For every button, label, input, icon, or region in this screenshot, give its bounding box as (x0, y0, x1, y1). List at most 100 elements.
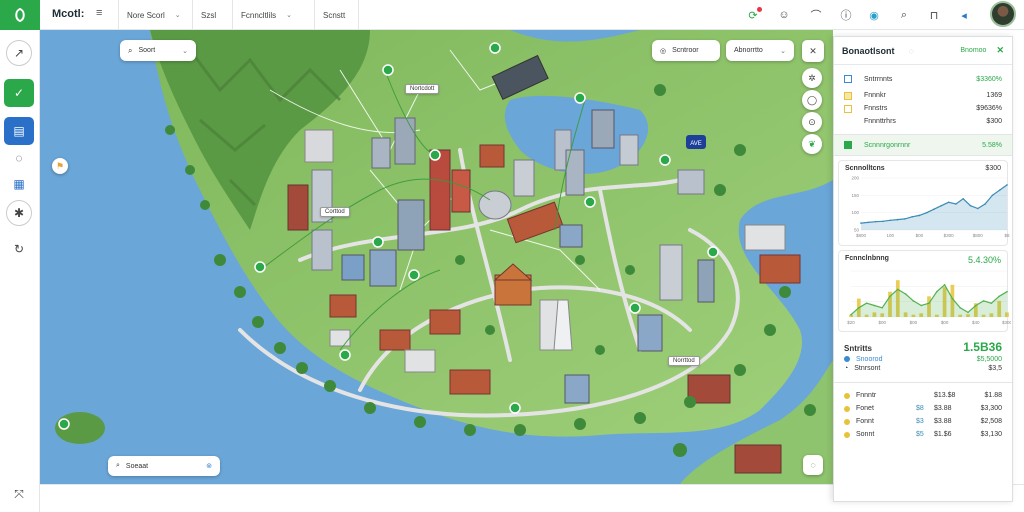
expand-icon[interactable]: ⤧ (4, 480, 34, 508)
app-logo[interactable] (0, 0, 40, 30)
square-icon (844, 91, 852, 100)
globe-icon[interactable]: ◉ (866, 7, 882, 23)
row-value: $3.88 (934, 418, 952, 425)
bottom-search-box[interactable]: ⌕ Soeaat ⊚ (108, 456, 220, 476)
chart-point (896, 218, 899, 221)
pin-filter-button[interactable]: ⚑ (52, 158, 68, 174)
row-label: Fnnntr (856, 392, 877, 399)
layers-toggle[interactable]: ✲ (802, 68, 822, 88)
summary-label: Sntritts (844, 344, 872, 353)
info-icon[interactable]: ⓘ (838, 7, 854, 23)
chart-point (951, 297, 954, 300)
chart-header: Scnnolltcns $300 (845, 165, 1001, 172)
chart-point (928, 302, 930, 304)
chart-point (940, 204, 943, 207)
locate-button[interactable]: ⊙ (802, 112, 822, 132)
y-tick-label: 100 (851, 210, 859, 215)
chart-point (850, 313, 852, 316)
avatar[interactable] (990, 1, 1016, 27)
eco-button[interactable]: ❦ (802, 134, 822, 154)
map-search-label: Soort (138, 47, 156, 54)
table-row[interactable]: Sonnt $5 $1.$6 $3,130 (834, 428, 1012, 441)
chart-point (867, 221, 870, 224)
layers-icon[interactable]: ▤ (4, 117, 34, 145)
chart-point (889, 219, 891, 222)
close-map-button[interactable]: ✕ (802, 40, 824, 62)
search-icon[interactable]: ⌕ (896, 7, 912, 23)
x-tick-label: 100 (886, 233, 894, 238)
refresh-icon[interactable]: ◌ (909, 46, 914, 56)
list-item[interactable]: Fnnnttrhrs $300 (834, 115, 1012, 128)
table-row[interactable]: Fonnt $3 $3.88 $2,508 (834, 415, 1012, 428)
chart-point (897, 288, 899, 291)
dot-icon (844, 356, 850, 362)
filter-dropdown[interactable]: Abnorrtto ⌄ (726, 40, 794, 61)
table-row[interactable]: Fonet $8 $3.88 $3,300 (834, 402, 1012, 415)
highlight-row[interactable]: Scnnnrgonrnnr 5.58% (834, 134, 1012, 156)
row-label: Fonet (856, 405, 874, 412)
dropdown-facilities[interactable]: Fcnncltlils ⌄ (232, 0, 312, 30)
leaf-icon: ❦ (808, 138, 816, 149)
megaphone-icon[interactable]: ◂ (956, 7, 972, 23)
list-item[interactable]: Sntrrnnts $3360% (834, 69, 1012, 89)
summary-block: Sntritts 1.5B36 Snoorod $5,5000 ◔ Stnrso… (834, 336, 1012, 372)
close-icon[interactable]: ✕ (996, 45, 1004, 56)
chart-point (936, 290, 938, 293)
place-tag[interactable]: Nortcdott (405, 84, 440, 94)
lock-icon[interactable]: ⊓ (926, 7, 942, 23)
map-canvas[interactable]: AVE ⌕ Soort ⌄ ◎ Scntroor Abnorrtto ⌄ ✕ ✲… (40, 30, 833, 484)
row-value: $13.$8 (934, 392, 956, 399)
smile-icon[interactable]: ☺ (776, 7, 792, 23)
chart-point (998, 189, 1001, 191)
chart-point (918, 214, 921, 217)
compass-icon[interactable]: ↗ (6, 40, 32, 66)
map-search-box[interactable]: ⌕ Soort ⌄ (120, 40, 196, 61)
close-icon: ✕ (809, 45, 817, 56)
x-tick-label: $00 (916, 233, 924, 238)
scenario-chip[interactable]: ◎ Scntroor (652, 40, 720, 61)
row-label: Fonnt (856, 418, 874, 425)
top-bar: Mcotl: ≡ Nore Scorl ⌄ Szsl Fcnncltlils ⌄ S… (0, 0, 1024, 30)
chart-point (955, 203, 957, 205)
dropdown-scope[interactable]: Nore Scorl ⌄ (118, 0, 190, 30)
headset-icon[interactable]: ⌒ (808, 7, 824, 23)
refresh-icon[interactable]: ↻ (4, 235, 34, 263)
panel-link[interactable]: Bnomoo (960, 47, 986, 54)
place-tag[interactable]: Corttod (320, 207, 350, 217)
chevron-down-icon: ⌄ (286, 12, 292, 19)
y-tick-label: 200 (851, 176, 859, 181)
chart-point (858, 307, 860, 309)
list-item[interactable]: Fnnstrs $9636% (834, 102, 1012, 115)
calendar-icon[interactable]: ▦ (4, 170, 34, 198)
table-row[interactable]: Fnnntr $13.$8 $1.88 (834, 389, 1012, 402)
summary-sub-label: Snoorod (856, 356, 883, 363)
chat-button[interactable]: ◌ (803, 455, 823, 475)
chevron-down-icon: ⌄ (182, 47, 188, 55)
stats-panel: Bonaotlsont ◌ Bnomoo ✕ Sntrrnnts $3360% … (833, 36, 1013, 502)
settings-icon[interactable]: ✱ (6, 200, 32, 226)
menu-icon[interactable]: ≡ (96, 7, 102, 19)
area-chart-card[interactable]: Fcnnclnbnng 5.4.30% $20 $00 $00 $00 $40 $300 (838, 250, 1013, 332)
zoom-icon: ◯ (806, 94, 818, 105)
zoom-button[interactable]: ◯ (802, 90, 822, 110)
panel-header: Bonaotlsont ◌ Bnomoo ✕ (834, 37, 1012, 65)
dropdown-size[interactable]: Szsl (192, 0, 230, 30)
summary-sub-label: Stnrsont (854, 365, 881, 372)
chart-point (912, 300, 915, 302)
summary-sub-value: $5,5000 (976, 356, 1002, 363)
bottom-search-label: Soeaat (125, 462, 149, 470)
notification-icon[interactable]: ⟳ (745, 7, 762, 23)
list-item[interactable]: Fnnnkr 1369 (834, 89, 1012, 102)
row-value: $300 (986, 118, 1002, 125)
scenario-label: Scntroor (672, 47, 699, 54)
line-chart-card[interactable]: Scnnolltcns $300 200 150 100 50 $800 100 $00 $3… (838, 160, 1010, 246)
check-icon[interactable]: ✓ (4, 79, 34, 107)
dropdown-scenes[interactable]: Scnstt (314, 0, 359, 30)
row-mid: $3 (916, 418, 924, 425)
chat-icon[interactable]: ◌ (4, 144, 34, 172)
chart-point (962, 198, 964, 200)
chart-point (881, 307, 883, 309)
row-value: 1369 (986, 92, 1002, 99)
place-tag[interactable]: Norrttod (668, 356, 700, 366)
square-icon (844, 104, 852, 113)
